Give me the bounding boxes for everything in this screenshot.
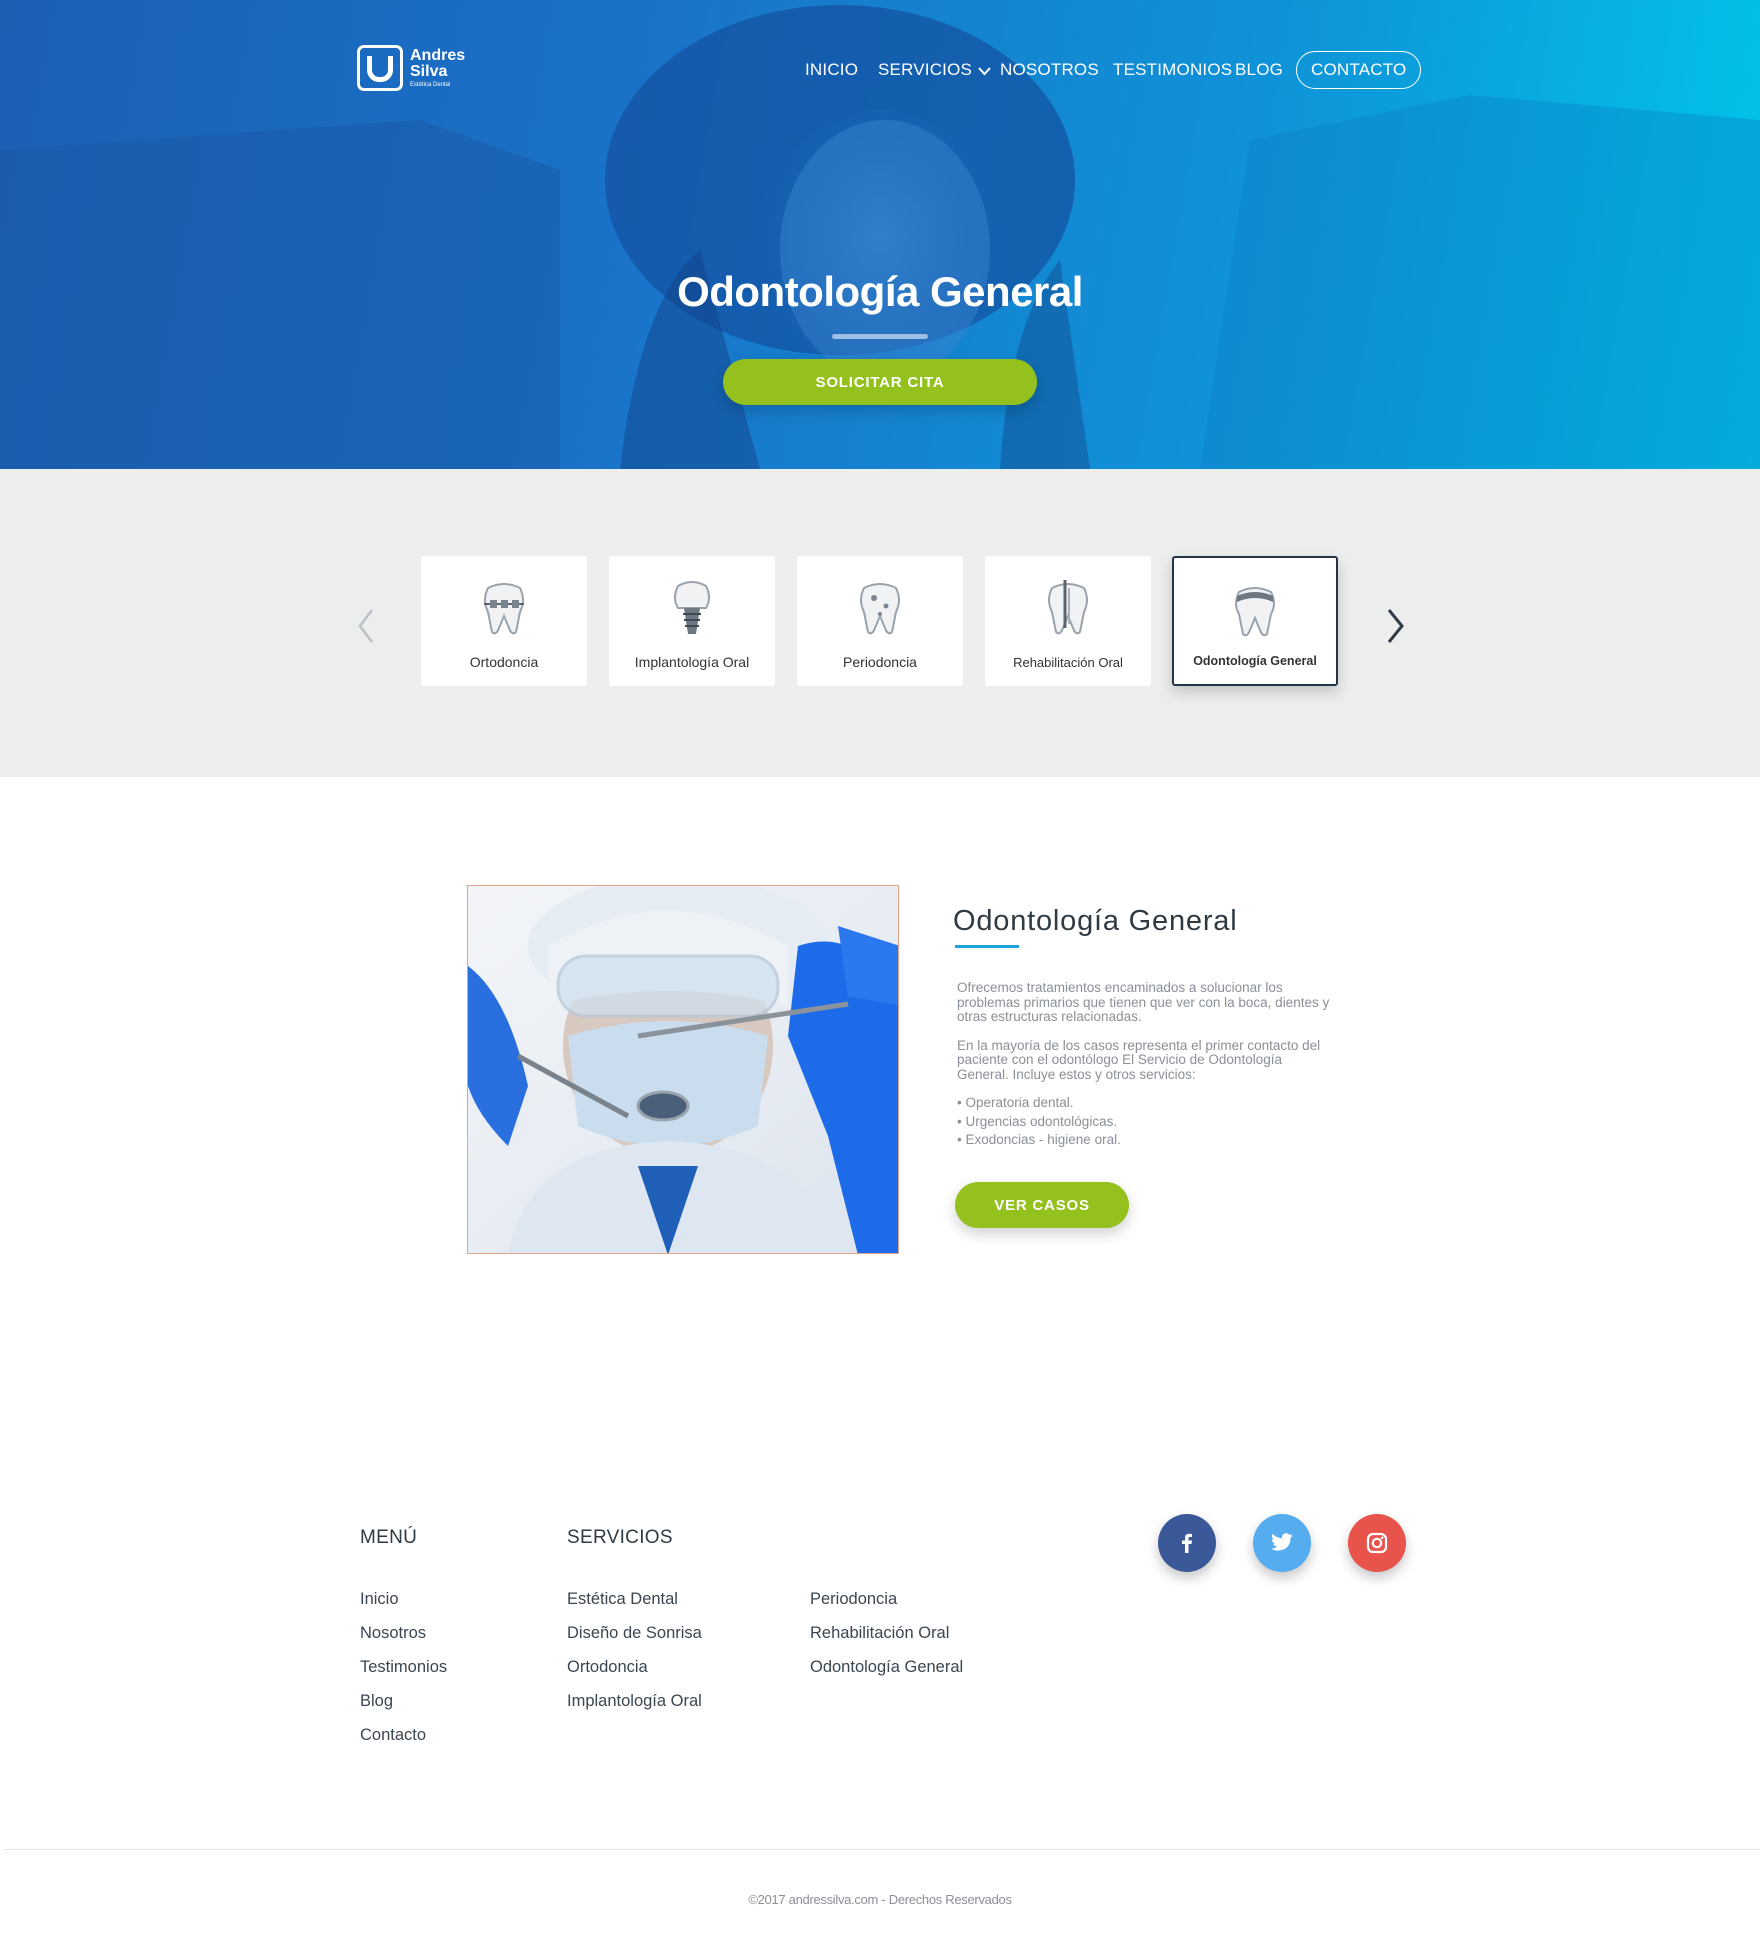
service-card-label: Periodoncia [843, 654, 917, 670]
nav-testimonios[interactable]: TESTIMONIOS [1113, 51, 1232, 89]
footer-link-diseno-sonrisa[interactable]: Diseño de Sonrisa [567, 1624, 702, 1642]
list-item: Exodoncias - higiene oral. [957, 1132, 1337, 1148]
nav-nosotros[interactable]: NOSOTROS [1000, 51, 1099, 89]
list-item: Ortodoncia [567, 1653, 702, 1687]
twitter-icon [1270, 1533, 1293, 1551]
footer-link-odontologia-general[interactable]: Odontología General [810, 1658, 963, 1676]
content-paragraph-2: En la mayoría de los casos representa el… [957, 1037, 1321, 1082]
ver-casos-button[interactable]: VER CASOS [955, 1182, 1129, 1228]
list-item: Implantología Oral [567, 1687, 702, 1721]
service-card-odontologia-general[interactable]: Odontología General [1172, 556, 1338, 686]
list-item: Estética Dental [567, 1585, 702, 1619]
dentist-illustration [468, 886, 898, 1253]
list-item: Testimonios [360, 1653, 447, 1687]
nav-contacto-button[interactable]: CONTACTO [1296, 51, 1422, 89]
service-card-periodoncia[interactable]: Periodoncia [797, 556, 963, 686]
carousel-next-arrow-icon[interactable] [1378, 604, 1412, 648]
hero-title-underline [832, 334, 928, 339]
footer-link-blog[interactable]: Blog [360, 1692, 393, 1710]
list-item: Inicio [360, 1585, 447, 1619]
services-carousel: Ortodoncia Implantología Oral Periodonci… [0, 469, 1760, 777]
tooth-braces-icon [484, 583, 524, 635]
footer-menu-heading: MENÚ [360, 1527, 418, 1548]
tooth-root-canal-icon [1048, 580, 1088, 635]
nav-blog[interactable]: BLOG [1235, 51, 1283, 89]
footer-link-estetica-dental[interactable]: Estética Dental [567, 1590, 678, 1608]
dentist-photo [467, 885, 899, 1254]
footer-link-rehabilitacion[interactable]: Rehabilitación Oral [810, 1624, 949, 1642]
list-item: Blog [360, 1687, 447, 1721]
content-title-underline [955, 945, 1019, 948]
list-item: Rehabilitación Oral [810, 1619, 963, 1653]
chevron-down-icon [978, 52, 991, 90]
service-card-implantologia[interactable]: Implantología Oral [609, 556, 775, 686]
instagram-button[interactable] [1348, 1514, 1406, 1572]
carousel-prev-arrow-icon[interactable] [350, 604, 384, 648]
footer-link-ortodoncia[interactable]: Ortodoncia [567, 1658, 648, 1676]
solicitar-cita-button[interactable]: SOLICITAR CITA [723, 359, 1037, 405]
tooth-implant-icon [674, 581, 710, 634]
facebook-icon [1182, 1533, 1192, 1553]
services-bullet-list: Operatoria dental. Urgencias odontológic… [957, 1095, 1337, 1148]
service-card-label: Ortodoncia [469, 654, 539, 670]
service-card-label: Rehabilitación Oral [1013, 655, 1123, 670]
content-paragraph-1: Ofrecemos tratamientos encaminados a sol… [957, 980, 1330, 1024]
copyright-text: ©2017 andressilva.com - Derechos Reserva… [748, 1892, 1012, 1907]
main-nav: INICIO SERVICIOS NOSOTROS TESTIMONIOS BL… [0, 51, 1760, 89]
hero-title: Odontología General [677, 268, 1083, 315]
footer-link-testimonios[interactable]: Testimonios [360, 1658, 447, 1676]
footer-link-inicio[interactable]: Inicio [360, 1590, 399, 1608]
service-card-label: Implantología Oral [634, 654, 750, 670]
list-item: Urgencias odontológicas. [957, 1114, 1337, 1130]
hero-banner: Andres Silva Estética Dental INICIO SERV… [0, 0, 1760, 469]
tooth-decay-icon [860, 583, 900, 635]
footer-services-list-1: Estética Dental Diseño de Sonrisa Ortodo… [567, 1585, 702, 1721]
list-item: Nosotros [360, 1619, 447, 1653]
service-card-rehabilitacion[interactable]: Rehabilitación Oral [985, 556, 1151, 686]
service-card-label: Odontología General [1193, 654, 1317, 668]
facebook-button[interactable] [1158, 1514, 1216, 1572]
list-item: Operatoria dental. [957, 1095, 1337, 1111]
content-description: Ofrecemos tratamientos encaminados a sol… [957, 980, 1337, 1152]
footer-link-nosotros[interactable]: Nosotros [360, 1624, 426, 1642]
footer-link-periodoncia[interactable]: Periodoncia [810, 1590, 897, 1608]
service-card-ortodoncia[interactable]: Ortodoncia [421, 556, 587, 686]
footer-services-heading: SERVICIOS [567, 1527, 673, 1548]
footer-link-implantologia[interactable]: Implantología Oral [567, 1692, 702, 1710]
instagram-icon [1366, 1532, 1388, 1554]
footer-menu-list: Inicio Nosotros Testimonios Blog Contact… [360, 1585, 447, 1755]
content-title: Odontología General [953, 905, 1238, 937]
list-item: Diseño de Sonrisa [567, 1619, 702, 1653]
list-item: Odontología General [810, 1653, 963, 1687]
tooth-crown-icon [1235, 587, 1275, 637]
nav-servicios[interactable]: SERVICIOS [878, 51, 991, 89]
footer-link-contacto[interactable]: Contacto [360, 1726, 426, 1744]
footer-divider [4, 1849, 1760, 1850]
footer-services-list-2: Periodoncia Rehabilitación Oral Odontolo… [810, 1585, 963, 1687]
nav-servicios-label: SERVICIOS [878, 60, 973, 79]
nav-inicio[interactable]: INICIO [805, 51, 858, 89]
list-item: Contacto [360, 1721, 447, 1755]
twitter-button[interactable] [1253, 1514, 1311, 1572]
list-item: Periodoncia [810, 1585, 963, 1619]
